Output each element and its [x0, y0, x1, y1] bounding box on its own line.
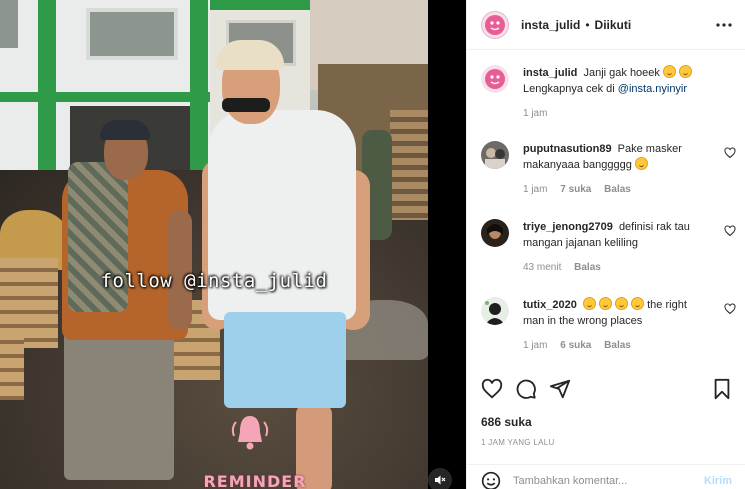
comment-text: Pake masker — [617, 143, 682, 155]
comment-time[interactable]: 43 menit — [523, 262, 561, 273]
profile-avatar-icon — [481, 141, 509, 169]
reply-button[interactable]: Balas — [604, 340, 631, 351]
comment-item: tutix_2020 the right man in the wrong pl… — [481, 297, 736, 354]
caption: insta_julid Janji gak hoeek Lengkapnya c… — [481, 65, 736, 122]
profile-avatar-icon — [481, 65, 509, 93]
comment-username[interactable]: tutix_2020 — [523, 299, 577, 311]
header-separator: • — [585, 17, 590, 32]
avatar[interactable] — [481, 141, 509, 169]
bell-icon — [231, 416, 269, 450]
add-comment-bar: Kirim — [467, 464, 745, 489]
crying-emoji-icon — [662, 65, 676, 78]
mention-link[interactable]: @insta.nyinyir — [618, 83, 687, 95]
comment-text: man in the wrong places — [523, 315, 643, 327]
scene-person — [64, 330, 174, 480]
post-actions — [481, 378, 731, 404]
comment-text: Lengkapnya cek di — [523, 83, 615, 95]
comment-text: makanyaaa banggggg — [523, 159, 632, 171]
scene-detail — [390, 110, 428, 220]
scene-detail — [38, 0, 56, 170]
scene-detail — [100, 120, 150, 140]
avatar[interactable] — [481, 10, 509, 39]
laughing-emoji-icon — [598, 297, 612, 310]
laughing-emoji-icon — [634, 157, 648, 170]
like-heart-icon[interactable] — [481, 378, 503, 400]
comment-item: triye_jenong2709 definisi rak tau mangan… — [481, 219, 736, 276]
scene-detail — [0, 0, 18, 48]
scene-detail — [0, 92, 210, 102]
profile-avatar-icon — [481, 219, 509, 247]
comment-username[interactable]: puputnasution89 — [523, 143, 612, 155]
emoji-smiley-icon[interactable] — [481, 471, 501, 489]
post-details-panel: insta_julid • Diikuti insta_julid Janji … — [466, 0, 745, 489]
scene-detail — [224, 312, 346, 408]
comment-text: Janji gak hoeek — [583, 67, 660, 79]
video-frame[interactable]: follow @insta_julid REMINDER — [0, 0, 428, 489]
avatar[interactable] — [481, 65, 509, 93]
profile-avatar-icon — [485, 14, 505, 35]
comment-time[interactable]: 1 jam — [523, 340, 547, 351]
comment-input[interactable] — [513, 475, 704, 487]
post-timestamp[interactable]: 1 JAM YANG LALU — [481, 438, 555, 447]
more-options-icon[interactable] — [715, 16, 733, 34]
scene-detail — [210, 0, 310, 10]
share-icon[interactable] — [549, 378, 571, 400]
avatar[interactable] — [481, 219, 509, 247]
scene-detail — [190, 0, 208, 170]
reminder-overlay-text: REMINDER — [203, 472, 307, 489]
post-comment-button[interactable]: Kirim — [704, 475, 732, 487]
comment-text: the right — [647, 299, 687, 311]
reply-button[interactable]: Balas — [574, 262, 601, 273]
comment-text: mangan jajanan keliling — [523, 237, 638, 249]
comment-likes[interactable]: 6 suka — [560, 340, 591, 351]
crying-emoji-icon — [679, 65, 693, 78]
video-overlay-text: follow @insta_julid — [100, 270, 328, 292]
comment-username[interactable]: insta_julid — [523, 67, 577, 79]
post-header: insta_julid • Diikuti — [467, 0, 745, 50]
avatar[interactable] — [481, 297, 509, 325]
scene-detail — [222, 98, 270, 112]
scene-detail — [86, 8, 178, 60]
bookmark-icon[interactable] — [711, 378, 733, 400]
laughing-emoji-icon — [582, 297, 596, 310]
comment-icon[interactable] — [515, 378, 537, 400]
laughing-emoji-icon — [615, 297, 628, 310]
comments-list[interactable]: insta_julid Janji gak hoeek Lengkapnya c… — [467, 51, 745, 361]
mute-button[interactable] — [428, 468, 452, 489]
comment-username[interactable]: triye_jenong2709 — [523, 221, 613, 233]
post-media[interactable]: follow @insta_julid REMINDER — [0, 0, 466, 489]
comment-item: puputnasution89 Pake masker makanyaaa ba… — [481, 141, 736, 198]
like-comment-heart-icon[interactable] — [724, 303, 736, 315]
header-username[interactable]: insta_julid — [521, 18, 580, 32]
profile-avatar-icon — [481, 297, 509, 325]
laughing-emoji-icon — [631, 297, 645, 310]
comment-time[interactable]: 1 jam — [523, 108, 547, 119]
reply-button[interactable]: Balas — [604, 184, 631, 195]
like-comment-heart-icon[interactable] — [724, 147, 736, 159]
following-button[interactable]: Diikuti — [595, 18, 632, 32]
scene-detail — [0, 330, 24, 400]
comment-time[interactable]: 1 jam — [523, 184, 547, 195]
scene-detail — [216, 40, 284, 70]
comment-text: definisi rak tau — [618, 221, 690, 233]
comment-likes[interactable]: 7 suka — [560, 184, 591, 195]
likes-count[interactable]: 686 suka — [481, 415, 532, 429]
speaker-muted-icon — [435, 475, 446, 485]
like-comment-heart-icon[interactable] — [724, 225, 736, 237]
